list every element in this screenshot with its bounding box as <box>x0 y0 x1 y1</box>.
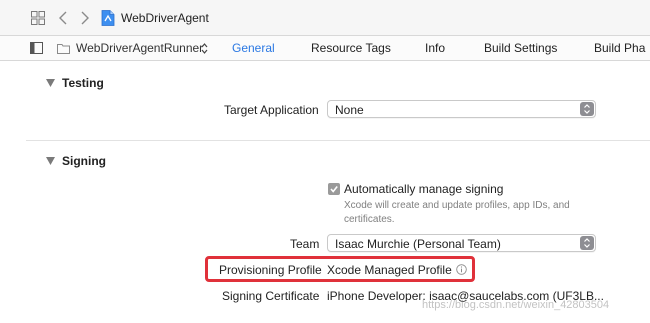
signing-certificate-label: Signing Certificate <box>222 289 320 303</box>
tab-build-settings[interactable]: Build Settings <box>484 41 557 55</box>
popup-stepper-icon <box>580 236 594 250</box>
back-chevron-icon[interactable] <box>58 10 68 26</box>
grid-icon[interactable] <box>31 11 45 25</box>
updown-chevron-icon <box>201 43 208 54</box>
watermark: https://blog.csdn.net/weixin_42803504 <box>422 299 610 311</box>
project-title[interactable]: WebDriverAgent <box>121 11 209 25</box>
navigation-bar: WebDriverAgent <box>0 0 650 36</box>
testing-disclosure-icon[interactable] <box>46 79 55 87</box>
tab-resource-tags[interactable]: Resource Tags <box>311 41 391 55</box>
target-folder-icon <box>57 44 70 54</box>
team-label: Team <box>290 237 320 251</box>
popup-stepper-icon <box>580 102 594 116</box>
tab-info[interactable]: Info <box>425 41 445 55</box>
section-divider <box>26 140 650 141</box>
auto-manage-signing-help: Xcode will create and update profiles, a… <box>344 200 570 225</box>
signing-disclosure-icon[interactable] <box>46 157 55 165</box>
auto-manage-signing-label[interactable]: Automatically manage signing <box>344 182 503 196</box>
target-application-popup[interactable]: None <box>327 100 596 118</box>
target-selector[interactable]: WebDriverAgentRunner <box>76 41 203 55</box>
target-application-value: None <box>335 103 364 117</box>
forward-chevron-icon[interactable] <box>80 10 90 26</box>
team-popup[interactable]: Isaac Murchie (Personal Team) <box>327 234 596 252</box>
provisioning-profile-highlight <box>205 256 475 282</box>
sidebar-toggle-icon[interactable] <box>30 42 43 54</box>
testing-section-title: Testing <box>62 76 104 90</box>
xcode-project-icon <box>101 10 115 26</box>
checkmark-icon <box>330 186 338 193</box>
team-value: Isaac Murchie (Personal Team) <box>335 237 501 251</box>
tab-general[interactable]: General <box>232 41 275 55</box>
signing-section-title: Signing <box>62 154 106 168</box>
auto-manage-signing-checkbox[interactable] <box>328 183 340 195</box>
editor-tab-bar: WebDriverAgentRunner General Resource Ta… <box>0 36 650 61</box>
tab-build-phases[interactable]: Build Pha <box>594 41 645 55</box>
target-application-label: Target Application <box>224 103 319 117</box>
